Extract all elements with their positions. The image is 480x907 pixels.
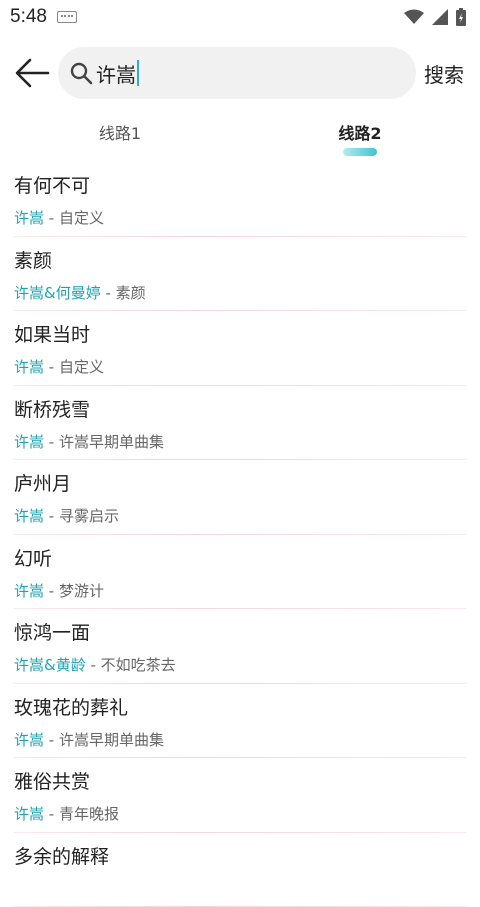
- song-title: 雅俗共赏: [14, 770, 466, 794]
- route-tabs: 线路1 线路2: [0, 112, 480, 162]
- song-album: - 自定义: [44, 209, 104, 227]
- keyboard-icon: [57, 11, 77, 23]
- song-album: - 寻雾启示: [44, 507, 119, 525]
- search-button[interactable]: 搜索: [424, 59, 464, 88]
- song-item[interactable]: 庐州月 许嵩 - 寻雾启示: [14, 460, 466, 535]
- wifi-icon: [404, 9, 424, 25]
- song-title: 有何不可: [14, 174, 466, 198]
- song-item[interactable]: 雅俗共赏 许嵩 - 青年晚报: [14, 758, 466, 833]
- song-title: 惊鸿一面: [14, 621, 466, 645]
- song-item[interactable]: 如果当时 许嵩 - 自定义: [14, 311, 466, 386]
- signal-icon: [432, 9, 448, 25]
- song-item[interactable]: 惊鸿一面 许嵩&黄龄 - 不如吃茶去: [14, 609, 466, 684]
- search-query-text: 许嵩: [96, 59, 136, 88]
- back-arrow-icon: [14, 58, 50, 88]
- tab-label: 线路2: [338, 120, 381, 144]
- song-meta: 许嵩&何曼婷 - 素颜: [14, 283, 466, 303]
- song-meta: 许嵩&黄龄 - 不如吃茶去: [14, 655, 466, 675]
- song-item[interactable]: 有何不可 许嵩 - 自定义: [14, 162, 466, 237]
- song-artist: 许嵩: [14, 209, 44, 227]
- tab-route-2[interactable]: 线路2: [240, 112, 480, 162]
- song-title: 素颜: [14, 249, 466, 273]
- song-artist: 许嵩: [14, 507, 44, 525]
- song-meta: 许嵩 - 寻雾启示: [14, 506, 466, 526]
- back-button[interactable]: [12, 53, 52, 93]
- song-title: 断桥残雪: [14, 398, 466, 422]
- song-item[interactable]: 素颜 许嵩&何曼婷 - 素颜: [14, 237, 466, 312]
- song-artist: 许嵩&何曼婷: [14, 284, 101, 302]
- search-input[interactable]: 许嵩: [58, 47, 416, 99]
- song-title: 庐州月: [14, 472, 466, 496]
- song-title: 如果当时: [14, 323, 466, 347]
- song-meta: 许嵩 - 许嵩早期单曲集: [14, 432, 466, 452]
- song-item[interactable]: 玫瑰花的葬礼 许嵩 - 许嵩早期单曲集: [14, 684, 466, 759]
- song-meta: 许嵩 - 自定义: [14, 357, 466, 377]
- song-album: - 青年晚报: [44, 805, 119, 823]
- song-item[interactable]: 多余的解释: [14, 833, 466, 907]
- song-item[interactable]: 断桥残雪 许嵩 - 许嵩早期单曲集: [14, 386, 466, 461]
- song-artist: 许嵩: [14, 358, 44, 376]
- status-left: 5:48: [10, 6, 77, 28]
- song-list: 有何不可 许嵩 - 自定义 素颜 许嵩&何曼婷 - 素颜 如果当时 许嵩 - 自…: [0, 162, 480, 907]
- song-meta: 许嵩 - 梦游计: [14, 581, 466, 601]
- song-item[interactable]: 幻听 许嵩 - 梦游计: [14, 535, 466, 610]
- status-bar: 5:48: [0, 0, 480, 34]
- song-meta: 许嵩 - 青年晚报: [14, 804, 466, 824]
- song-title: 玫瑰花的葬礼: [14, 696, 466, 720]
- song-title: 幻听: [14, 547, 466, 571]
- song-meta: 许嵩 - 许嵩早期单曲集: [14, 730, 466, 750]
- active-tab-indicator: [343, 148, 377, 156]
- song-album: - 不如吃茶去: [86, 656, 176, 674]
- text-cursor: [137, 60, 139, 86]
- song-artist: 许嵩&黄龄: [14, 656, 86, 674]
- song-album: - 自定义: [44, 358, 104, 376]
- song-title: 多余的解释: [14, 845, 466, 869]
- song-album: - 梦游计: [44, 582, 104, 600]
- tab-label: 线路1: [99, 120, 141, 144]
- song-meta: 许嵩 - 自定义: [14, 208, 466, 228]
- song-album: - 许嵩早期单曲集: [44, 433, 164, 451]
- search-header: 许嵩 搜索: [0, 34, 480, 112]
- song-album: - 素颜: [101, 284, 146, 302]
- status-right: [404, 8, 466, 26]
- tab-route-1[interactable]: 线路1: [0, 112, 240, 162]
- song-artist: 许嵩: [14, 582, 44, 600]
- status-time: 5:48: [10, 6, 47, 28]
- song-artist: 许嵩: [14, 805, 44, 823]
- song-album: - 许嵩早期单曲集: [44, 731, 164, 749]
- song-artist: 许嵩: [14, 433, 44, 451]
- search-icon: [68, 60, 94, 86]
- song-artist: 许嵩: [14, 731, 44, 749]
- battery-icon: [456, 8, 466, 26]
